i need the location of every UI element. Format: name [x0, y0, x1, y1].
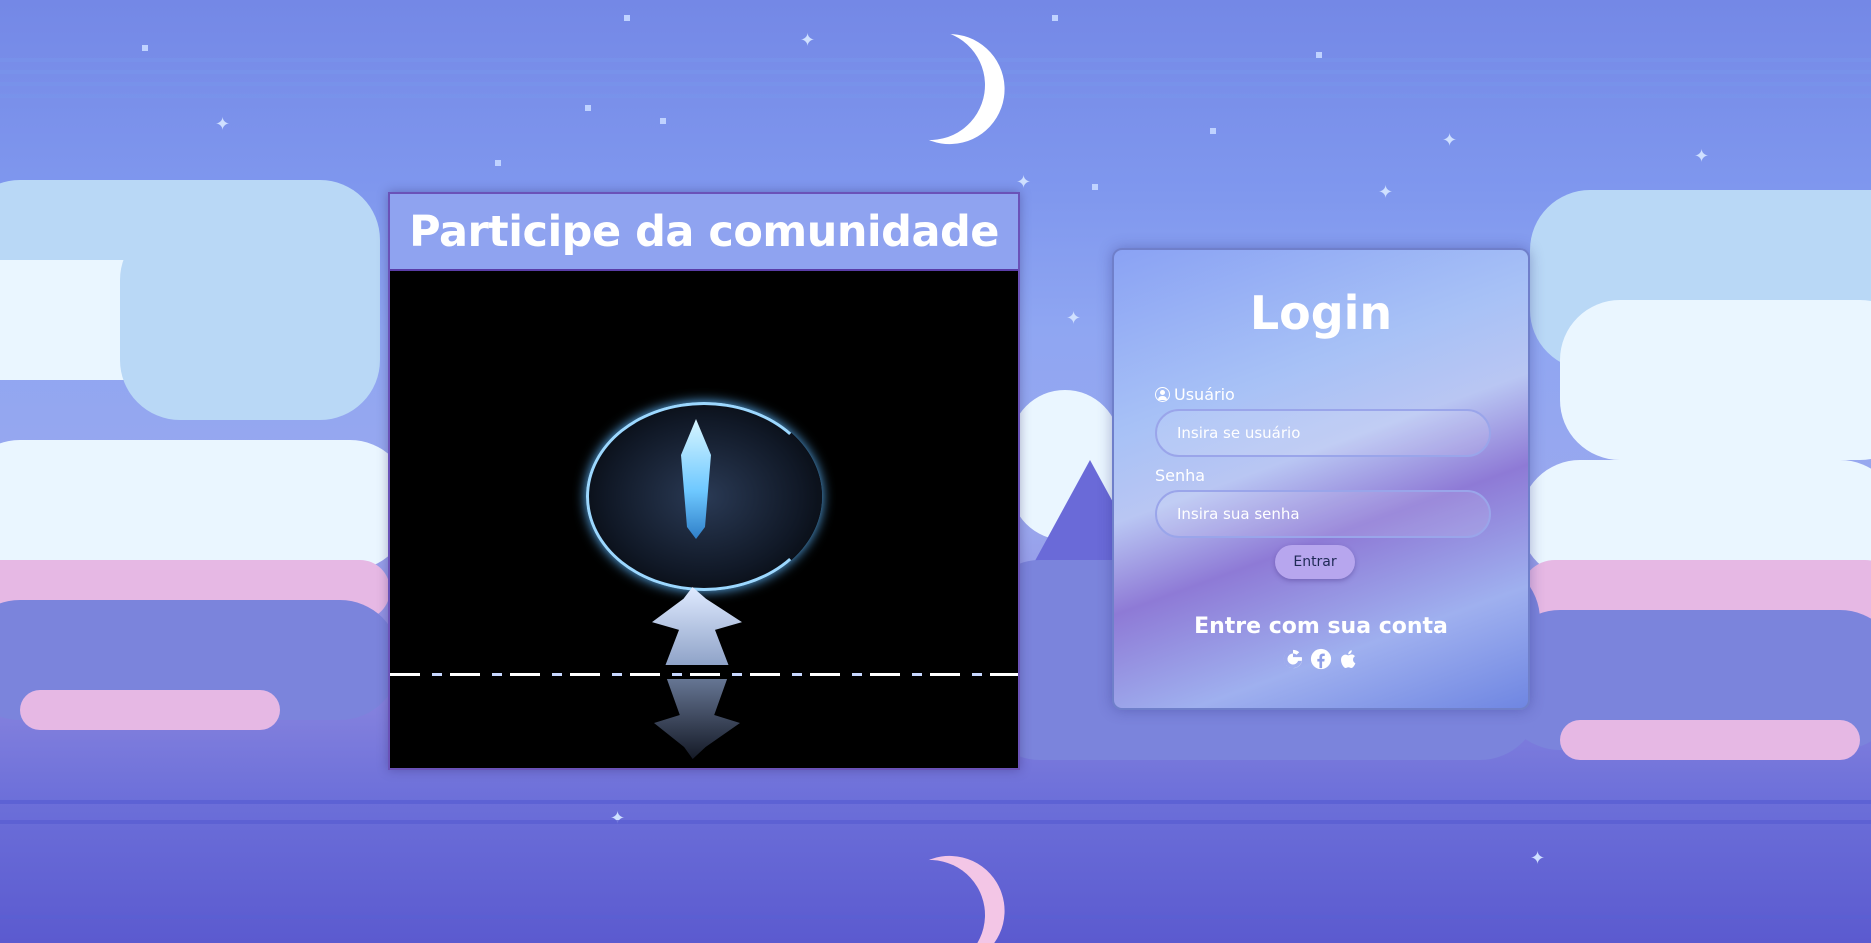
- facebook-icon[interactable]: [1310, 648, 1332, 670]
- apple-icon[interactable]: [1338, 648, 1360, 670]
- social-login-icons: [1114, 648, 1528, 670]
- username-label: Usuário: [1155, 385, 1235, 404]
- login-button[interactable]: Entrar: [1275, 545, 1355, 579]
- user-circle-icon: [1155, 387, 1170, 402]
- community-title: Participe da comunidade: [390, 194, 1018, 271]
- artwork-reflection: [654, 679, 740, 759]
- moon: [857, 12, 1003, 158]
- google-icon[interactable]: [1282, 648, 1304, 670]
- moon-reflection: [857, 842, 1003, 943]
- social-login-title: Entre com sua conta: [1194, 614, 1448, 639]
- community-card: Participe da comunidade: [388, 192, 1020, 770]
- password-label-text: Senha: [1155, 466, 1206, 485]
- login-title: Login: [1249, 286, 1393, 340]
- username-input[interactable]: [1155, 409, 1491, 457]
- password-label: Senha: [1155, 466, 1205, 485]
- artwork-horizon: [390, 673, 1018, 676]
- community-artwork: [390, 271, 1018, 766]
- username-label-text: Usuário: [1174, 385, 1235, 404]
- password-input[interactable]: [1155, 490, 1491, 538]
- artwork-figure: [652, 587, 742, 665]
- login-panel: Login Usuário Senha Entrar Entre com sua…: [1112, 248, 1530, 710]
